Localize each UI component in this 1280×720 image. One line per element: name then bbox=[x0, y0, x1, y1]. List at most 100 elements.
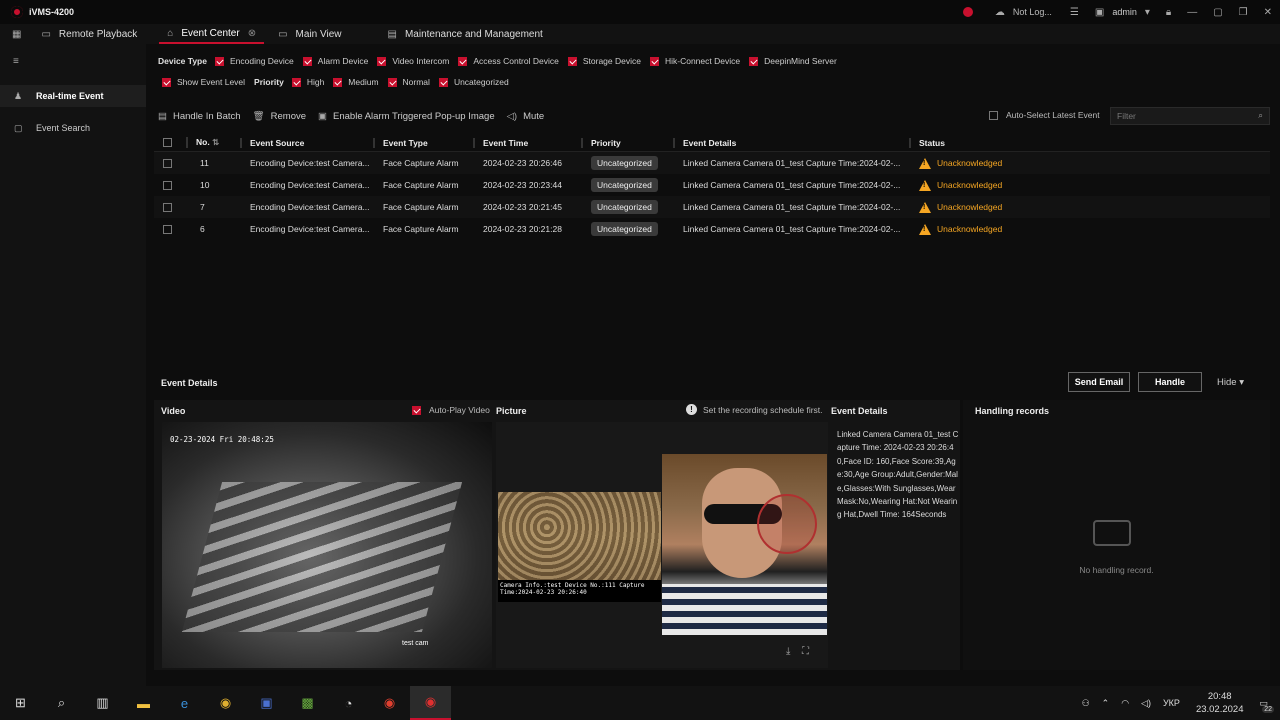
filter-access-control[interactable]: Access Control Device bbox=[458, 56, 559, 66]
edge-icon[interactable]: e bbox=[164, 686, 205, 720]
fullscreen-icon[interactable]: ⛶ bbox=[802, 646, 809, 657]
checkbox[interactable] bbox=[333, 77, 343, 87]
search-icon[interactable]: ⌕ bbox=[1258, 110, 1263, 121]
cloud-icon[interactable]: ☁ bbox=[995, 7, 1005, 18]
checkbox[interactable] bbox=[377, 56, 387, 66]
filter-show-event-level[interactable]: Show Event Level bbox=[162, 77, 245, 87]
filter-input[interactable]: Filter ⌕ bbox=[1110, 107, 1270, 125]
person-icon[interactable]: ⚇ bbox=[1082, 698, 1090, 709]
user-label[interactable]: admin bbox=[1112, 7, 1137, 17]
alarm-indicator-icon[interactable] bbox=[962, 7, 973, 17]
tab-maintenance[interactable]: ▤ Maintenance and Management bbox=[380, 24, 551, 44]
remove-button[interactable]: 🗑︎ Remove bbox=[253, 111, 306, 122]
chrome-icon[interactable]: ◉ bbox=[205, 686, 246, 720]
start-icon[interactable]: ⊞ bbox=[0, 686, 41, 720]
filter-encoding-device[interactable]: Encoding Device bbox=[214, 56, 294, 66]
row-checkbox[interactable] bbox=[162, 180, 172, 190]
row-checkbox[interactable] bbox=[162, 224, 172, 234]
checkbox[interactable] bbox=[162, 77, 171, 87]
tab-remote-playback[interactable]: ▭ Remote Playback bbox=[33, 24, 145, 44]
chevron-down-icon[interactable]: ▾ bbox=[1145, 7, 1150, 18]
col-event-source[interactable]: Event Source bbox=[240, 137, 373, 148]
checkbox[interactable] bbox=[438, 77, 448, 87]
face-snapshot[interactable] bbox=[662, 454, 827, 635]
volume-icon[interactable]: ◁) bbox=[1141, 698, 1151, 709]
search-icon[interactable]: ⌕ bbox=[41, 686, 82, 720]
checkbox[interactable] bbox=[567, 56, 577, 66]
handle-button[interactable]: Handle bbox=[1138, 372, 1202, 392]
filter-hik-connect[interactable]: Hik-Connect Device bbox=[649, 56, 741, 66]
table-row[interactable]: 6 Encoding Device:test Camera... Face Ca… bbox=[154, 218, 1270, 240]
filter-deepinmind[interactable]: DeepinMind Server bbox=[749, 56, 837, 66]
lock-icon[interactable]: 🔒︎ bbox=[1166, 7, 1171, 18]
checkbox[interactable] bbox=[412, 405, 421, 415]
app-gauge-icon[interactable]: ◔ bbox=[328, 686, 369, 720]
sidebar-toggle-icon[interactable]: ≡ bbox=[13, 56, 19, 67]
image-icon[interactable]: ▣ bbox=[1095, 7, 1104, 18]
col-event-type[interactable]: Event Type bbox=[373, 137, 473, 148]
checkbox[interactable] bbox=[989, 110, 998, 120]
table-row[interactable]: 10 Encoding Device:test Camera... Face C… bbox=[154, 174, 1270, 196]
cloud-login-label[interactable]: Not Log... bbox=[1013, 7, 1052, 17]
sidebar-item-event-search[interactable]: ▢ Event Search bbox=[0, 117, 146, 139]
notification-icon[interactable]: ▭ 22 bbox=[1259, 698, 1274, 713]
filter-storage-device[interactable]: Storage Device bbox=[567, 56, 641, 66]
task-view-icon[interactable]: ▥ bbox=[82, 686, 123, 720]
tab-main-view[interactable]: ▭ Main View bbox=[270, 24, 349, 44]
filter-normal[interactable]: Normal bbox=[387, 77, 430, 87]
checkbox[interactable] bbox=[214, 56, 224, 66]
sidebar-item-realtime-event[interactable]: ♟ Real-time Event bbox=[0, 85, 146, 107]
file-explorer-icon[interactable]: ▬ bbox=[123, 686, 164, 720]
apps-grid-button[interactable]: ▦ bbox=[0, 24, 33, 44]
col-no[interactable]: No. ⇅ bbox=[186, 137, 240, 148]
auto-play-checkbox[interactable]: Auto-Play Video bbox=[412, 405, 490, 415]
table-row[interactable]: 11 Encoding Device:test Camera... Face C… bbox=[154, 152, 1270, 174]
enable-popup-button[interactable]: ▣ Enable Alarm Triggered Pop-up Image bbox=[318, 111, 495, 122]
filter-medium[interactable]: Medium bbox=[333, 77, 379, 87]
row-checkbox[interactable] bbox=[162, 202, 172, 212]
checkbox[interactable] bbox=[387, 77, 397, 87]
filter-label: Hik-Connect Device bbox=[664, 56, 741, 66]
table-row[interactable]: 7 Encoding Device:test Camera... Face Ca… bbox=[154, 196, 1270, 218]
filter-video-intercom[interactable]: Video Intercom bbox=[377, 56, 449, 66]
chevron-up-icon[interactable]: ⌃ bbox=[1102, 698, 1110, 709]
list-icon[interactable]: ☰ bbox=[1070, 7, 1079, 18]
send-email-button[interactable]: Send Email bbox=[1068, 372, 1130, 392]
language-indicator[interactable]: УКР bbox=[1163, 698, 1180, 708]
close-tab-icon[interactable]: ⊗ bbox=[248, 28, 256, 39]
filter-label: Alarm Device bbox=[317, 56, 369, 66]
wifi-icon[interactable]: ◠ bbox=[1121, 698, 1129, 709]
clock[interactable]: 20:48 23.02.2024 bbox=[1196, 690, 1244, 716]
ivms-taskbar-icon[interactable]: ◉ bbox=[410, 686, 451, 720]
sort-icon[interactable]: ⇅ bbox=[212, 137, 219, 147]
restore-icon[interactable]: ❐ bbox=[1239, 7, 1248, 18]
checkbox[interactable] bbox=[749, 56, 759, 66]
checkbox[interactable] bbox=[458, 56, 468, 66]
checkbox[interactable] bbox=[302, 56, 312, 66]
tab-event-center[interactable]: ⌂ Event Center ⊗ bbox=[159, 24, 265, 44]
checkbox[interactable] bbox=[649, 56, 659, 66]
filter-uncategorized[interactable]: Uncategorized bbox=[438, 77, 509, 87]
col-priority[interactable]: Priority bbox=[581, 137, 673, 148]
row-checkbox[interactable] bbox=[162, 158, 172, 168]
hide-button[interactable]: Hide ▾ bbox=[1217, 377, 1244, 388]
filter-high[interactable]: High bbox=[291, 77, 324, 87]
maximize-icon[interactable]: ▢ bbox=[1213, 7, 1222, 18]
close-icon[interactable]: ✕ bbox=[1264, 7, 1272, 18]
handle-batch-button[interactable]: ▤ Handle In Batch bbox=[158, 111, 241, 122]
checkbox[interactable] bbox=[291, 77, 301, 87]
minimize-icon[interactable]: — bbox=[1187, 7, 1197, 18]
mute-button[interactable]: ◁) Mute bbox=[507, 111, 545, 122]
video-player[interactable]: 02-23-2024 Fri 20:48:25 test cam bbox=[162, 422, 492, 668]
col-status[interactable]: Status bbox=[909, 137, 1109, 148]
col-event-time[interactable]: Event Time bbox=[473, 137, 581, 148]
app-icon[interactable]: ▣ bbox=[246, 686, 287, 720]
col-event-details[interactable]: Event Details bbox=[673, 137, 909, 148]
select-all-checkbox[interactable] bbox=[162, 138, 172, 147]
app-green-icon[interactable]: ▩ bbox=[287, 686, 328, 720]
download-icon[interactable]: ⤓ bbox=[786, 646, 790, 657]
chrome-icon-2[interactable]: ◉ bbox=[369, 686, 410, 720]
filter-alarm-device[interactable]: Alarm Device bbox=[302, 56, 369, 66]
scene-snapshot[interactable]: Camera Info.:test Device No.:111 Capture… bbox=[498, 492, 661, 602]
auto-select-checkbox[interactable]: Auto-Select Latest Event bbox=[989, 110, 1100, 120]
